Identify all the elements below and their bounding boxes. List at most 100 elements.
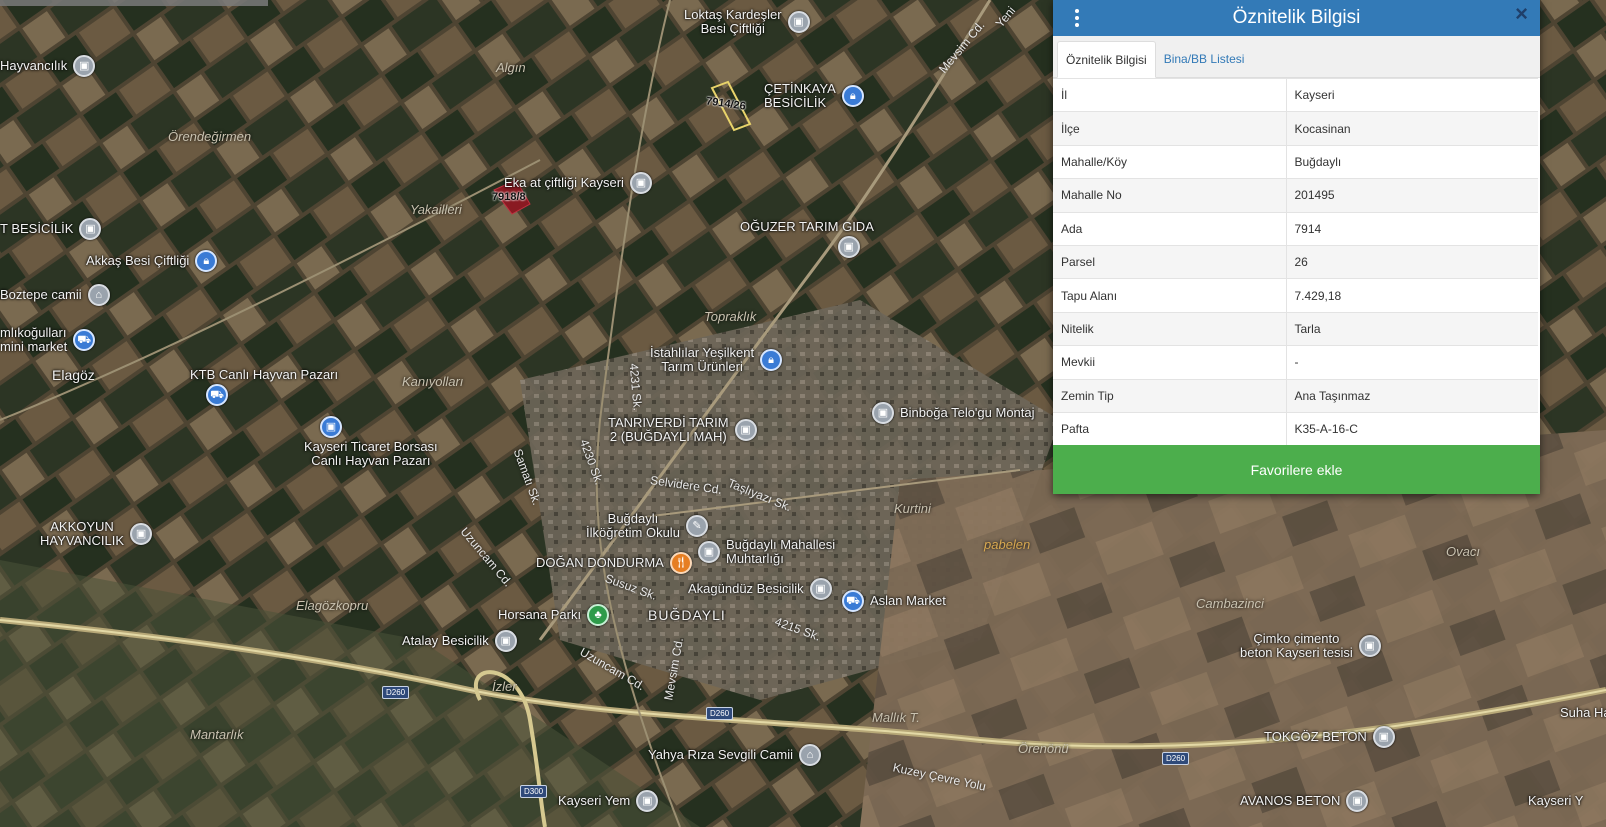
place-bugdayli: BUĞDAYLI (648, 608, 726, 622)
poi-akkas[interactable]: 🔒︎ Akkaş Besi Çiftliği (86, 250, 218, 272)
poi-akagunduz[interactable]: ▣ Akagündüz Besicilik (688, 578, 832, 600)
highway-shield: D260 (1162, 752, 1190, 765)
place-label: Elagöz (52, 367, 95, 383)
poi-mini-market[interactable]: ⛟ mlıkoğulları mini market (0, 326, 96, 354)
lock-icon: 🔒︎ (841, 85, 864, 107)
poi-kayseri-y[interactable]: Kayseri Y (1528, 794, 1583, 808)
poi-loktas[interactable]: ▣ Lоktaş Kardeşler Besi Çiftliği (684, 8, 810, 36)
poi-istahlilar[interactable]: 🔒︎ İstahlılar Yeşilkent Tarım Ürünleri (650, 345, 783, 374)
poi-label: Tarım Ürünleri (661, 359, 743, 374)
cart-icon: ⛟ (73, 329, 96, 351)
poi-ktb[interactable]: KTB Canlı Hayvan Pazarı ⛟ (190, 368, 338, 406)
area-label: Ovacı (1446, 544, 1480, 559)
poi-akkoyun[interactable]: ▣ AKKOYUN HAYVANCILIK (40, 520, 153, 548)
add-to-favorites-button[interactable]: Favorilere ekle (1053, 445, 1540, 494)
tab-oznitelik-bilgisi[interactable]: Öznitelik Bilgisi (1057, 41, 1156, 78)
poi-label: T BESİCİLİK (0, 221, 74, 236)
poi-label: Boztepe camii (0, 287, 82, 302)
poi-label: Akkaş Besi Çiftliği (86, 253, 190, 268)
panel-title: Öznitelik Bilgisi (1232, 7, 1361, 28)
poi-binboga[interactable]: ▣ Binboğa Telo'gu Montaj (872, 402, 1035, 424)
area-label: Örendeğirmen (168, 129, 252, 144)
poi-avanos-beton[interactable]: ▣ AVANOS BETON (1240, 790, 1369, 812)
poi-label: ÇETİNKAYA (764, 81, 836, 96)
poi-label: DOĞAN DONDURMA (536, 555, 664, 570)
poi-hayvancilik[interactable]: ▣ Hayvancılık (0, 55, 96, 77)
highway-shield: D300 (520, 785, 548, 798)
zoom-strip (0, 0, 268, 6)
attr-value: Tarla (1286, 311, 1538, 346)
attr-key: Zemin Tip (1053, 378, 1287, 413)
building-icon: ▣ (1372, 726, 1395, 748)
attr-value: Ana Taşınmaz (1286, 378, 1538, 413)
poi-eka-at[interactable]: ▣ Eka at çiftliği Kayseri (504, 172, 652, 194)
poi-label: Muhtarlığı (726, 551, 784, 566)
poi-tanriverdi[interactable]: ▣ TANRIVERDİ TARIM 2 (BUĞDAYLI MAH) (608, 416, 757, 444)
attr-key: Nitelik (1053, 311, 1287, 346)
poi-label: HAYVANCILIK (40, 533, 125, 548)
poi-label: Kayseri Ticaret Borsası (304, 439, 438, 454)
building-icon: ▣ (79, 218, 102, 240)
attr-key: Pafta (1053, 411, 1287, 446)
area-label: Yakailleri (410, 202, 462, 217)
attr-key: Ada (1053, 211, 1287, 246)
building-icon: ▣ (629, 172, 652, 194)
poi-muhtarlik[interactable]: ▣ Buğdaylı Mahallesi Muhtarlığı (698, 538, 835, 566)
attribute-table: İl Kayseri İlçe Kocasinan Mahalle/Köy Buğda… (1053, 77, 1538, 446)
poi-ilkogretim[interactable]: ✎ Buğdaylı İlköğretim Okulu (586, 512, 708, 540)
table-row: Zemin Tip Ana Taşınmaz (1053, 378, 1538, 413)
poi-cimko[interactable]: ▣ Çimko çimento beton Kayseri tesisi (1240, 632, 1381, 660)
poi-label: Binboğa Telo'gu Montaj (900, 405, 1035, 420)
area-label: Algın (496, 60, 526, 75)
poi-label: Çimko çimento (1253, 631, 1340, 646)
poi-label: Eka at çiftliği Kayseri (504, 175, 624, 190)
tab-bina-bb-listesi[interactable]: Bina/BB Listesi (1156, 40, 1253, 77)
table-row: Parsel 26 (1053, 244, 1538, 279)
poi-t-besicilik[interactable]: ▣ T BESİCİLİK (0, 218, 102, 240)
poi-kayseri-yem[interactable]: ▣ Kayseri Yem (558, 790, 659, 812)
table-row: Mahalle No 201495 (1053, 178, 1538, 213)
attr-value: Kayseri (1286, 77, 1538, 112)
table-row: Tapu Alanı 7.429,18 (1053, 278, 1538, 313)
building-icon: ▣ (1346, 790, 1369, 812)
poi-dogan-dondurma[interactable]: 🍴︎ DOĞAN DONDURMA (536, 552, 692, 574)
building-icon: ▣ (734, 419, 757, 441)
poi-atalay[interactable]: ▣ Atalay Besicilik (402, 630, 517, 652)
panel-tabs: Öznitelik Bilgisi Bina/BB Listesi (1053, 36, 1540, 78)
more-vertical-icon[interactable] (1067, 6, 1087, 30)
poi-tokgoz[interactable]: ▣ TOKGÖZ BETON (1264, 726, 1395, 748)
area-label: Cambazinci (1196, 596, 1264, 611)
poi-label: Akagündüz Besicilik (688, 581, 804, 596)
poi-ticaret-borsasi[interactable]: ▣ Kayseri Ticaret Borsası Canlı Hayvan Pa… (304, 416, 438, 468)
area-label: Örenönü (1018, 741, 1069, 756)
table-row: İl Kayseri (1053, 77, 1538, 112)
poi-label: Canlı Hayvan Pazarı (311, 453, 431, 468)
poi-aslan-market[interactable]: ⛟ Aslan Market (842, 590, 946, 612)
poi-horsana-parki[interactable]: ♣ Horsana Parkı (498, 604, 610, 626)
table-row: Ada 7914 (1053, 211, 1538, 246)
poi-boztepe[interactable]: ⌂ Boztepe camii (0, 284, 110, 306)
poi-cetinkaya[interactable]: 🔒︎ ÇETİNKAYA BESİCİLİK (764, 82, 864, 110)
poi-label: İlköğretim Okulu (586, 525, 680, 540)
lock-icon: 🔒︎ (760, 349, 783, 371)
attr-value: - (1286, 345, 1538, 380)
poi-suha[interactable]: Suha Ha (1560, 706, 1606, 720)
poi-label: Kayseri Y (1528, 793, 1584, 808)
poi-label: OĞUZER TARIM GIDA (740, 219, 874, 234)
poi-label: İstahlılar Yeşilkent (650, 345, 755, 360)
poi-label: mini market (0, 339, 68, 354)
area-label: Kurtini (894, 501, 931, 516)
table-row: İlçe Kocasinan (1053, 111, 1538, 146)
school-icon: ✎ (685, 515, 708, 537)
poi-oguzer[interactable]: OĞUZER TARIM GIDA ▣ (740, 220, 874, 258)
area-label: Toprаklık (704, 309, 757, 324)
poi-label: BESİCİLİK (764, 95, 827, 110)
poi-yahya-riza[interactable]: ⌂ Yahya Rıza Sevgili Camii (648, 744, 821, 766)
tree-icon: ♣ (587, 604, 610, 626)
attr-key: İl (1053, 77, 1287, 112)
building-icon: ▣ (73, 55, 96, 77)
close-icon[interactable]: × (1515, 3, 1528, 25)
table-row: Mevkii - (1053, 345, 1538, 380)
building-icon: ▣ (837, 236, 860, 258)
poi-label: Aslan Market (870, 593, 946, 608)
